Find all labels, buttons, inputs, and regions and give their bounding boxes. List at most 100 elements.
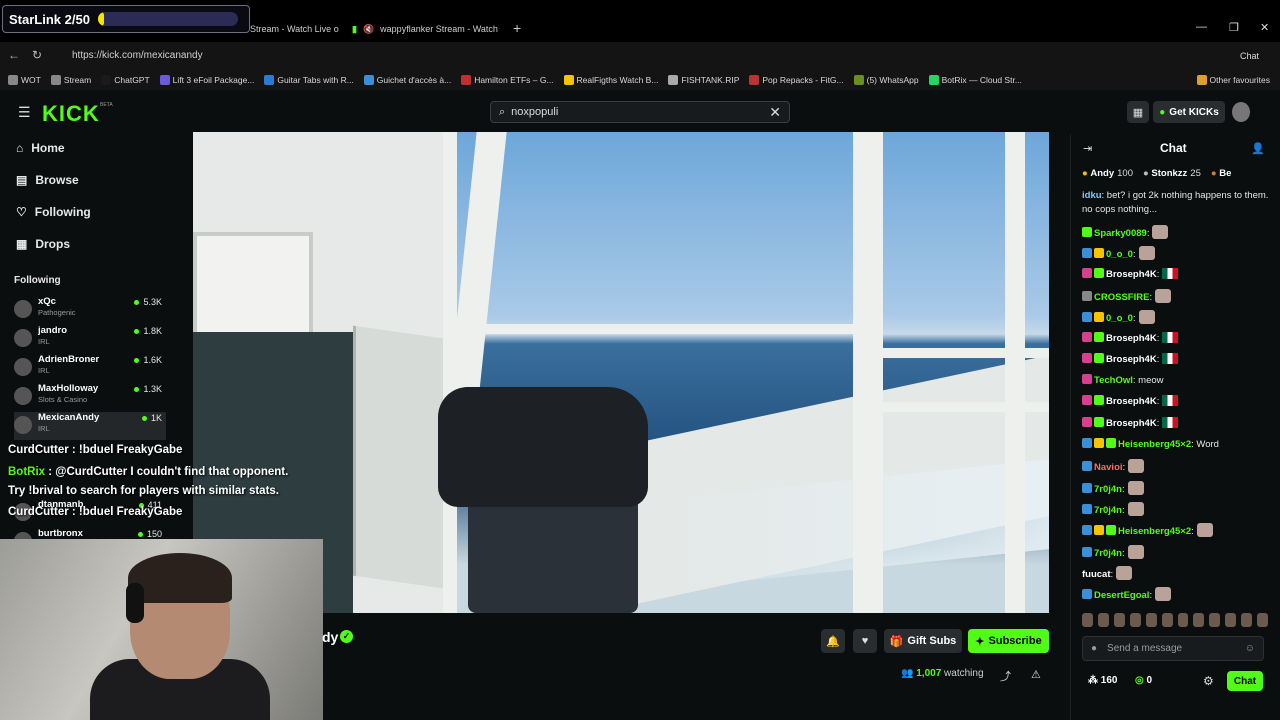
leaderboard-entry[interactable]: ● Andy 100 <box>1082 168 1133 184</box>
muted-icon[interactable]: 🔇 <box>363 24 374 35</box>
browser-tab-1[interactable]: Stream - Watch Live o✕ <box>250 18 346 40</box>
avatar[interactable] <box>1232 102 1250 122</box>
followed-channel[interactable]: MaxHolloway Slots & Casino 1.3K <box>14 383 166 411</box>
stream-overlay-chat-line: BotRix : @CurdCutter I couldn't find tha… <box>8 466 288 478</box>
chat-username[interactable]: idku <box>1082 190 1102 201</box>
avatar <box>14 300 32 318</box>
kicks-icon: ● <box>1159 106 1166 118</box>
bookmark-item[interactable]: ChatGPT <box>101 75 150 85</box>
new-tab-button[interactable]: + <box>513 20 521 36</box>
multistream-icon[interactable]: ▦ <box>1127 101 1149 123</box>
sidebar-item-drops[interactable]: ▦ Drops <box>16 237 70 251</box>
chat-username[interactable]: Broseph4K <box>1106 354 1157 365</box>
get-kicks-button[interactable]: ● Get KICKs <box>1153 101 1225 123</box>
bookmark-label: ChatGPT <box>114 75 150 85</box>
chat-username[interactable]: Heisenberg45×2 <box>1118 439 1191 450</box>
bookmark-item[interactable]: Guitar Tabs with R... <box>264 75 354 85</box>
followed-channel[interactable]: MexicanAndy IRL 1K <box>14 412 166 440</box>
bookmark-item[interactable]: Guichet d'accès à... <box>363 75 451 85</box>
leaderboard-value: 100 <box>1117 168 1133 179</box>
bookmark-item[interactable]: (5) WhatsApp <box>853 75 919 85</box>
sidebar-item-home[interactable]: ⌂ Home <box>16 141 65 155</box>
clear-search-icon[interactable]: ✕ <box>769 104 781 121</box>
chat-username[interactable]: Navioi <box>1094 462 1123 473</box>
chat-username[interactable]: 7r0j4n <box>1094 505 1122 516</box>
star-icon: ✦ <box>975 635 985 648</box>
search-input[interactable]: ⌕ noxpopuli ✕ <box>490 101 790 123</box>
chat-username[interactable]: 0_o_0 <box>1106 249 1133 260</box>
bookmark-label: WOT <box>21 75 41 85</box>
notifications-bell-icon[interactable]: 🔔 <box>821 629 845 653</box>
leaderboard-entry[interactable]: ● Stonkzz 25 <box>1143 168 1201 184</box>
hamburger-menu-icon[interactable]: ☰ <box>18 104 31 121</box>
bookmark-item[interactable]: Lift 3 eFoil Package... <box>159 75 254 85</box>
chat-username[interactable]: TechOwl <box>1094 375 1133 386</box>
bookmark-item[interactable]: WOT <box>8 75 41 85</box>
bookmark-item[interactable]: FISHTANK.RIP <box>668 75 739 85</box>
stream-overlay-chat-line: CurdCutter : !bduel FreakyGabe <box>8 506 182 518</box>
collapse-chat-icon[interactable]: ⇥ <box>1083 142 1092 155</box>
refresh-icon[interactable]: ↻ <box>32 48 42 62</box>
chat-settings-gear-icon[interactable]: ⚙ <box>1203 674 1214 688</box>
points-icon: ◎ <box>1135 675 1147 686</box>
browser-chat-button[interactable]: Chat <box>1240 51 1259 61</box>
emoji-icon[interactable]: ☺ <box>1245 643 1255 654</box>
chat-username[interactable]: fuucat <box>1082 569 1111 580</box>
streamer-name[interactable]: dy <box>322 629 338 645</box>
chat-username[interactable]: DesertEgoal <box>1094 590 1149 601</box>
followed-channel[interactable]: AdrienBroner IRL 1.6K <box>14 354 166 382</box>
bookmark-label: FISHTANK.RIP <box>681 75 740 85</box>
chat-badge-icon <box>1082 482 1092 493</box>
sidebar-item-following[interactable]: ♡ Following <box>16 205 91 219</box>
leaderboard-entry[interactable]: ● Be <box>1211 168 1235 184</box>
bookmark-icon <box>1196 75 1207 85</box>
channel-points[interactable]: ◎ 0 <box>1135 675 1152 686</box>
chat-username[interactable]: Broseph4K <box>1106 333 1157 344</box>
url-field[interactable]: https://kick.com/mexicanandy <box>56 47 1106 65</box>
subscribe-button[interactable]: ✦ Subscribe <box>968 629 1049 653</box>
report-icon[interactable]: ⚠ <box>1031 668 1041 681</box>
kick-logo[interactable]: KICK <box>42 101 100 127</box>
chat-send-button[interactable]: Chat <box>1227 671 1263 691</box>
chat-username[interactable]: Broseph4K <box>1106 396 1157 407</box>
bookmark-item[interactable]: RealFigths Watch B... <box>563 75 658 85</box>
chat-username[interactable]: 7r0j4n <box>1094 548 1122 559</box>
gift-icon: 🎁 <box>889 635 904 648</box>
channel-name: MexicanAndy <box>38 412 100 423</box>
bookmark-icon <box>563 75 574 85</box>
followed-channel[interactable]: jandro IRL 1.8K <box>14 325 166 353</box>
maximize-icon[interactable]: ❐ <box>1229 21 1239 34</box>
gift-subs-button[interactable]: 🎁 Gift Subs <box>884 629 962 653</box>
bookmark-item[interactable]: BotRix — Cloud Str... <box>928 75 1022 85</box>
chat-username[interactable]: Broseph4K <box>1106 418 1157 429</box>
followed-channel[interactable]: xQc Pathogenic 5.3K <box>14 296 166 324</box>
bookmark-icon <box>159 75 170 85</box>
chat-username[interactable]: Broseph4K <box>1106 269 1157 280</box>
minimize-icon[interactable]: — <box>1196 21 1207 33</box>
back-arrow-icon[interactable]: ← <box>8 48 20 62</box>
follow-heart-icon[interactable]: ♥ <box>853 629 877 653</box>
share-icon[interactable]: ⤴ <box>1000 668 1011 684</box>
chat-username[interactable]: CROSSFIRE <box>1094 292 1149 303</box>
bookmark-item[interactable]: Other favourites <box>1196 75 1280 85</box>
browser-tab-2[interactable]: ▮ 🔇 wappyflanker Stream - Watch✕ <box>352 18 504 40</box>
bookmark-item[interactable]: Hamilton ETFs – G... <box>461 75 554 85</box>
emote-icon <box>1155 288 1172 303</box>
chat-badge-icon <box>1094 248 1104 259</box>
chat-username[interactable]: Heisenberg45×2 <box>1118 526 1191 537</box>
chat-users-icon[interactable]: 👤 <box>1251 142 1265 155</box>
get-kicks-label: Get KICKs <box>1169 106 1219 118</box>
kicks-icon: ⁂ <box>1088 675 1101 686</box>
bookmark-label: Other favourites <box>1209 75 1270 85</box>
bookmark-item[interactable]: Pop Repacks - FitG... <box>749 75 844 85</box>
quick-emote-row[interactable] <box>1082 613 1269 629</box>
chat-username[interactable]: 0_o_0 <box>1106 313 1133 324</box>
chat-input[interactable]: ● Send a message ☺ <box>1082 636 1264 661</box>
chat-username[interactable]: 7r0j4n <box>1094 484 1122 495</box>
chat-text: : <box>1149 590 1153 602</box>
chat-text: : <box>1132 313 1136 325</box>
window-close-icon[interactable]: ✕ <box>1260 21 1269 34</box>
chat-username[interactable]: Sparky0089 <box>1094 228 1147 239</box>
bookmark-item[interactable]: Stream <box>50 75 91 85</box>
sidebar-item-browse[interactable]: ▤ Browse <box>16 173 79 187</box>
